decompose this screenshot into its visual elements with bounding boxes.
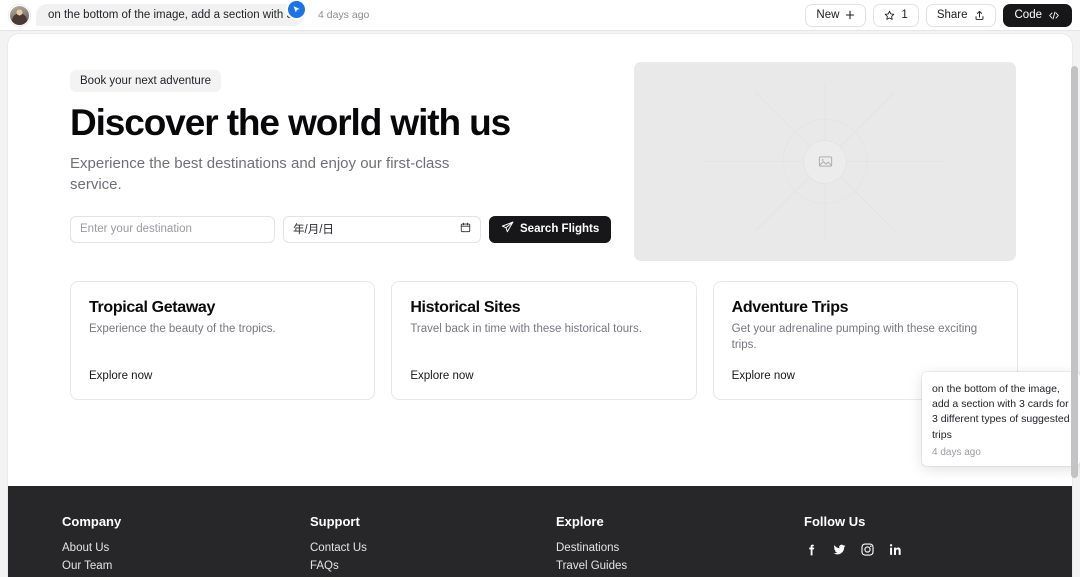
search-flights-button[interactable]: Search Flights xyxy=(489,215,612,243)
social-links xyxy=(804,542,903,557)
suggested-trips-section: Tropical Getaway Experience the beauty o… xyxy=(8,261,1072,400)
footer-link[interactable]: Contact Us xyxy=(310,542,556,554)
code-button-label: Code xyxy=(1014,9,1043,21)
hero-content: Book your next adventure Discover the wo… xyxy=(70,62,618,261)
footer-column-follow: Follow Us xyxy=(804,514,903,577)
footer-column-title: Company xyxy=(62,514,122,529)
site-footer: Company About Us Our Team Careers Suppor… xyxy=(8,486,1072,577)
share-icon xyxy=(974,10,985,21)
hero-subtitle: Experience the best destinations and enj… xyxy=(70,154,450,194)
scrollbar-thumb[interactable] xyxy=(1071,66,1078,478)
preview-canvas: Book your next adventure Discover the wo… xyxy=(8,34,1072,577)
footer-link[interactable]: Our Team xyxy=(62,560,310,572)
website-preview: Book your next adventure Discover the wo… xyxy=(8,34,1072,577)
footer-column-explore: Explore Destinations Travel Guides Trave… xyxy=(556,514,804,577)
footer-column-title: Follow Us xyxy=(804,514,866,529)
date-input[interactable]: 年/月/日 xyxy=(283,215,481,243)
star-icon xyxy=(884,10,895,21)
share-button-label: Share xyxy=(936,9,968,21)
footer-link[interactable]: FAQs xyxy=(310,560,556,572)
comment-pill-text: on the bottom of the image, add a sectio… xyxy=(48,9,303,21)
date-input-value: 年/月/日 xyxy=(293,224,334,237)
trip-card-title: Adventure Trips xyxy=(731,299,849,316)
footer-column-title: Support xyxy=(310,514,360,529)
cursor-badge-icon xyxy=(288,1,305,18)
footer-column-company: Company About Us Our Team Careers xyxy=(62,514,310,577)
search-flights-label: Search Flights xyxy=(520,223,600,236)
top-toolbar: on the bottom of the image, add a sectio… xyxy=(0,0,1080,31)
trip-card-description: Experience the beauty of the tropics. xyxy=(89,323,276,335)
comment-popup[interactable]: on the bottom of the image, add a sectio… xyxy=(922,372,1080,466)
footer-column-support: Support Contact Us FAQs Terms & Conditio… xyxy=(310,514,556,577)
trip-card-title: Historical Sites xyxy=(410,299,521,316)
destination-input[interactable] xyxy=(70,215,275,243)
plus-icon xyxy=(845,10,855,20)
trip-card[interactable]: Tropical Getaway Experience the beauty o… xyxy=(70,281,376,400)
comment-timestamp: 4 days ago xyxy=(318,9,370,21)
footer-link[interactable]: Destinations xyxy=(556,542,804,554)
star-button[interactable]: 1 xyxy=(873,3,919,27)
calendar-icon xyxy=(460,222,471,236)
paper-plane-icon xyxy=(501,221,514,237)
trip-card[interactable]: Historical Sites Travel back in time wit… xyxy=(391,281,697,400)
flight-search-form: 年/月/日 xyxy=(70,215,618,243)
star-count: 1 xyxy=(901,9,908,21)
footer-column-title: Explore xyxy=(556,514,604,529)
facebook-icon[interactable] xyxy=(804,542,819,557)
instagram-icon[interactable] xyxy=(860,542,875,557)
footer-link[interactable]: Travel Guides xyxy=(556,560,804,572)
comment-pill[interactable]: on the bottom of the image, add a sectio… xyxy=(36,4,304,26)
trip-card-description: Get your adrenaline pumping with these e… xyxy=(731,323,978,351)
twitter-icon[interactable] xyxy=(832,542,847,557)
toolbar-right-group: New 1 Share Code xyxy=(805,3,1080,27)
new-button[interactable]: New xyxy=(805,3,867,27)
explore-now-link[interactable]: Explore now xyxy=(89,370,356,382)
hero-section: Book your next adventure Discover the wo… xyxy=(8,34,1072,261)
toolbar-left-group: on the bottom of the image, add a sectio… xyxy=(0,1,370,26)
image-icon xyxy=(803,139,847,184)
linkedin-icon[interactable] xyxy=(888,542,903,557)
explore-now-link[interactable]: Explore now xyxy=(410,370,677,382)
trip-card-description: Travel back in time with these historica… xyxy=(410,323,642,335)
code-button[interactable]: Code xyxy=(1002,3,1072,27)
footer-link[interactable]: About Us xyxy=(62,542,310,554)
hero-badge: Book your next adventure xyxy=(70,70,222,92)
comment-popup-timestamp: 4 days ago xyxy=(932,446,981,458)
comment-popup-text: on the bottom of the image, add a sectio… xyxy=(932,383,1070,441)
share-button[interactable]: Share xyxy=(925,3,996,27)
page-title: Discover the world with us xyxy=(70,102,511,143)
hero-image-placeholder xyxy=(634,62,1016,261)
avatar[interactable] xyxy=(9,4,30,26)
trip-card-title: Tropical Getaway xyxy=(89,299,216,316)
new-button-label: New xyxy=(816,9,840,21)
code-icon xyxy=(1048,10,1060,21)
